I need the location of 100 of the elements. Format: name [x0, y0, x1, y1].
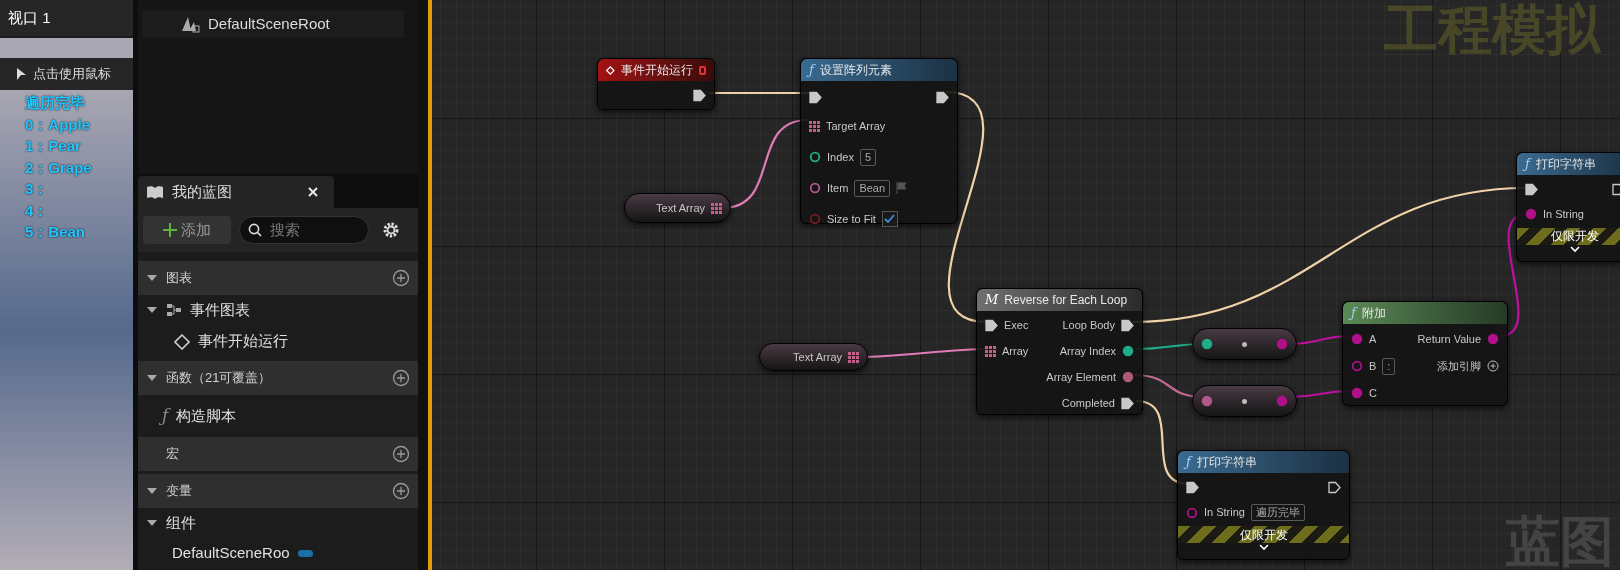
debug-message: 1：Pear — [25, 136, 82, 156]
blueprint-node[interactable]: ƒ 打印字符串 In String 仅限开发 — [1516, 152, 1620, 262]
diamond-icon — [606, 63, 615, 77]
variable-node[interactable]: Text Array — [759, 343, 868, 371]
pin-label: Array — [1002, 343, 1029, 359]
data-pin-icon — [1487, 333, 1499, 345]
debug-message: 4： — [25, 200, 50, 221]
pin-label: In String — [1204, 505, 1245, 521]
pin-label: Target Array — [826, 119, 886, 134]
book-icon — [146, 185, 164, 199]
cursor-icon — [16, 67, 27, 81]
array-pin-icon — [711, 202, 722, 214]
node-title: 附加 — [1361, 305, 1386, 322]
search-input[interactable]: 搜索 — [270, 218, 350, 242]
array-pin-icon — [985, 345, 996, 357]
graph-canvas[interactable] — [432, 0, 1620, 570]
add-icon[interactable] — [392, 269, 410, 287]
pin-label: C — [1369, 385, 1377, 401]
debug-message: 2：Grape — [25, 157, 93, 178]
close-icon[interactable] — [308, 187, 318, 197]
input-field[interactable]: 5 — [859, 148, 877, 166]
scene-component-icon — [180, 15, 200, 33]
settings-icon[interactable] — [381, 220, 401, 240]
conversion-node[interactable] — [1192, 385, 1297, 417]
pin-label: Item — [827, 180, 849, 196]
blueprint-node[interactable]: ƒ 打印字符串 In String 遍历完毕 仅限开发 — [1177, 450, 1350, 560]
category-label: 变量 — [166, 482, 192, 501]
data-pin-icon — [1351, 387, 1363, 399]
pin-label: Size to Fit — [827, 211, 876, 227]
viewport-tab[interactable]: 视口 1 — [0, 0, 133, 36]
category-label: 函数（21可覆盖） — [166, 369, 272, 388]
list-item[interactable]: 事件开始运行 — [198, 330, 288, 353]
array-pin-icon — [809, 120, 820, 132]
exec-pin-icon — [1525, 183, 1538, 196]
plus-icon — [163, 223, 177, 237]
data-pin-icon — [1122, 345, 1134, 357]
blueprint-node[interactable]: ƒ 设置阵列元素 Target Array Index 5 Item Bean Size to Fit — [800, 58, 958, 224]
exec-pin-icon — [809, 91, 822, 104]
search-field[interactable]: 搜索 — [239, 216, 369, 244]
checkbox[interactable] — [881, 210, 898, 227]
tree-item[interactable]: 事件图表 — [190, 298, 250, 322]
blueprint-node[interactable]: 事件开始运行 — [597, 58, 715, 110]
list-item[interactable]: DefaultSceneRoo — [172, 541, 290, 565]
category-header[interactable]: 图表 — [138, 261, 418, 295]
component-name: DefaultSceneRoot — [208, 13, 330, 34]
tree-item[interactable]: 组件 — [166, 511, 196, 535]
flag-icon — [896, 182, 908, 194]
data-pin-icon — [1525, 208, 1537, 221]
variable-node[interactable]: Text Array — [624, 193, 731, 223]
add-icon[interactable] — [392, 482, 410, 500]
variable-type-icon — [297, 549, 313, 557]
exec-pin-icon — [985, 318, 998, 332]
panel-tab[interactable]: 我的蓝图 — [138, 176, 334, 208]
check-icon — [884, 213, 896, 225]
category-header[interactable]: 函数（21可覆盖） — [138, 361, 418, 395]
data-pin-icon — [809, 151, 821, 163]
data-pin-icon — [1201, 338, 1213, 350]
add-button[interactable]: 添加 — [143, 216, 231, 244]
pin-label: Index — [827, 149, 854, 165]
blueprint-node[interactable]: ƒ 附加 A B : C Return Value 添加引脚 — [1342, 301, 1508, 406]
debug-message: 3： — [25, 179, 50, 199]
list-item[interactable]: 构造脚本 — [176, 404, 237, 428]
data-pin-icon — [809, 212, 821, 225]
node-title: 打印字符串 — [1535, 156, 1596, 173]
banner-label: 仅限开发 — [1239, 528, 1288, 541]
data-pin-icon — [1122, 371, 1134, 383]
panel-title: 我的蓝图 — [172, 181, 232, 202]
data-pin-icon — [1276, 395, 1288, 407]
category-label: 图表 — [166, 269, 192, 288]
category-label: 宏 — [166, 445, 179, 464]
add-icon[interactable] — [392, 445, 410, 463]
search-icon — [248, 223, 262, 237]
chevron-down-icon — [1570, 245, 1580, 253]
blueprint-node[interactable]: M Reverse for Each Loop Exec Array Loop Body Array Index Array Element Completed — [976, 288, 1143, 415]
component-row[interactable]: DefaultSceneRoot — [142, 10, 404, 38]
exec-pin-icon — [936, 91, 949, 104]
node-title: 打印字符串 — [1196, 454, 1257, 471]
graph-icon — [166, 303, 182, 317]
exec-pin-icon — [1186, 481, 1199, 494]
debug-message: 遍历完毕 — [25, 93, 86, 113]
exec-pin-icon — [1328, 481, 1341, 494]
category-header[interactable]: 宏 — [138, 437, 418, 471]
pin-label: Array Index — [1059, 343, 1116, 359]
add-icon[interactable] — [392, 369, 410, 387]
pin-label: Loop Body — [1062, 317, 1115, 333]
input-field[interactable]: Bean — [854, 179, 891, 197]
plus-circle-icon — [1487, 360, 1499, 372]
input-field[interactable]: : — [1382, 357, 1396, 375]
data-pin-icon — [1351, 360, 1363, 372]
pin-label: B — [1369, 358, 1377, 374]
add-pin-button[interactable]: 添加引脚 — [1437, 358, 1499, 374]
input-field[interactable]: 遍历完毕 — [1250, 504, 1305, 521]
data-pin-icon — [1276, 338, 1288, 350]
category-header[interactable]: 变量 — [138, 474, 418, 508]
conversion-node[interactable] — [1192, 328, 1297, 360]
pin-label: Completed — [1061, 395, 1115, 411]
node-title: 事件开始运行 — [620, 62, 693, 79]
exec-pin-icon — [693, 89, 706, 102]
debug-message: 5：Bean — [25, 222, 87, 242]
data-pin-icon — [809, 182, 821, 194]
